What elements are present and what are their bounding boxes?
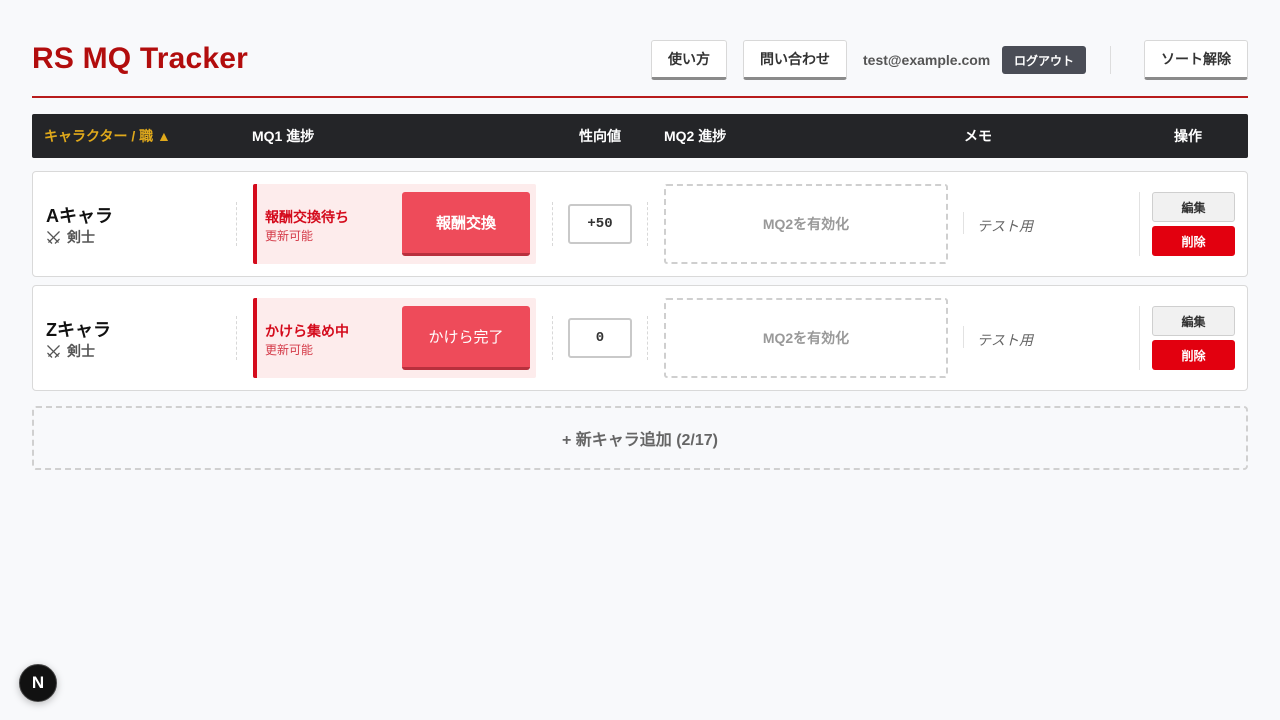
alignment-value[interactable]: +50	[568, 204, 632, 244]
delete-button[interactable]: 削除	[1152, 340, 1235, 370]
character-name: Zキャラ	[46, 320, 111, 340]
character-name: Aキャラ	[46, 206, 113, 226]
alignment-value[interactable]: 0	[568, 318, 632, 358]
column-header-mq1[interactable]: MQ1 進捗	[252, 114, 314, 158]
divider	[236, 316, 237, 360]
divider	[1139, 192, 1140, 256]
nextjs-icon[interactable]: N	[19, 664, 57, 702]
delete-button[interactable]: 削除	[1152, 226, 1235, 256]
usage-button[interactable]: 使い方	[651, 40, 727, 80]
column-header-character[interactable]: キャラクター / 職 ▲	[44, 114, 171, 158]
table-row: Aキャラ 剣士 報酬交換待ち 更新可能 報酬交換 +50 MQ2を有効化 テスト…	[32, 171, 1248, 277]
column-header-alignment[interactable]: 性向値	[579, 114, 621, 158]
divider	[963, 212, 964, 234]
divider	[963, 326, 964, 348]
column-header-actions: 操作	[1174, 128, 1202, 144]
crossed-swords-icon	[47, 344, 60, 358]
column-header-mq2[interactable]: MQ2 進捗	[664, 114, 726, 158]
crossed-swords-icon	[47, 230, 60, 244]
divider	[236, 202, 237, 246]
divider	[552, 202, 553, 246]
edit-button[interactable]: 編集	[1152, 192, 1235, 222]
logout-button[interactable]: ログアウト	[1002, 46, 1086, 74]
header-divider	[1110, 46, 1111, 74]
character-job: 剣士	[46, 227, 95, 247]
column-header-memo: メモ	[964, 128, 992, 144]
job-label: 剣士	[67, 229, 95, 245]
app-header: RS MQ Tracker 使い方 問い合わせ test@example.com…	[32, 40, 1248, 98]
memo-text[interactable]: テスト用	[977, 330, 1033, 350]
mq1-progress: 報酬交換待ち 更新可能 報酬交換	[253, 184, 536, 264]
divider	[647, 316, 648, 360]
mq1-substatus: 更新可能	[265, 343, 314, 357]
app-title: RS MQ Tracker	[32, 42, 249, 75]
character-job: 剣士	[46, 341, 95, 361]
mq2-enable-button[interactable]: MQ2を有効化	[664, 298, 948, 378]
sort-reset-button[interactable]: ソート解除	[1144, 40, 1248, 80]
contact-button[interactable]: 問い合わせ	[743, 40, 847, 80]
user-email: test@example.com	[863, 52, 991, 68]
edit-button[interactable]: 編集	[1152, 306, 1235, 336]
mq1-substatus: 更新可能	[265, 229, 314, 243]
mq1-status: 報酬交換待ち	[265, 209, 349, 225]
divider	[1139, 306, 1140, 370]
divider	[647, 202, 648, 246]
mq1-progress: かけら集め中 更新可能 かけら完了	[253, 298, 536, 378]
mq1-status: かけら集め中	[265, 323, 349, 339]
mq2-enable-button[interactable]: MQ2を有効化	[664, 184, 948, 264]
memo-text[interactable]: テスト用	[977, 216, 1033, 236]
job-label: 剣士	[67, 343, 95, 359]
mq1-action-button[interactable]: かけら完了	[402, 306, 530, 370]
table-row: Zキャラ 剣士 かけら集め中 更新可能 かけら完了 0 MQ2を有効化 テスト用…	[32, 285, 1248, 391]
add-character-button[interactable]: + 新キャラ追加 (2/17)	[32, 406, 1248, 470]
mq1-action-button[interactable]: 報酬交換	[402, 192, 530, 256]
table-header: キャラクター / 職 ▲ MQ1 進捗 性向値 MQ2 進捗 メモ 操作	[32, 114, 1248, 158]
divider	[552, 316, 553, 360]
